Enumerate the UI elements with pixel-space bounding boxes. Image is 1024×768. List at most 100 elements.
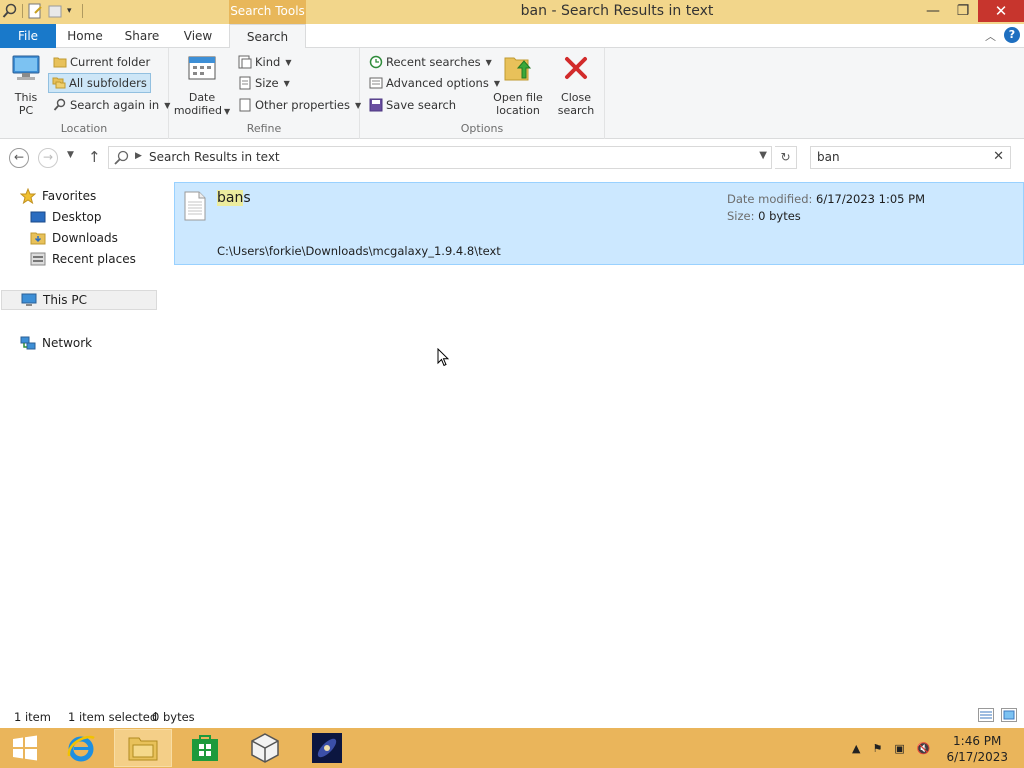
recent-searches-button[interactable]: Recent searches ▼ xyxy=(366,52,495,72)
back-button[interactable]: ← xyxy=(9,148,29,168)
computer-icon xyxy=(21,293,37,306)
store-icon xyxy=(192,735,218,761)
size-key: Size: xyxy=(727,209,755,223)
folder-icon xyxy=(53,57,67,68)
volume-muted-icon[interactable]: 🔇 xyxy=(917,742,931,755)
kind-button[interactable]: Kind ▼ xyxy=(235,52,294,72)
file-name: bans xyxy=(217,190,251,206)
nav-label-desktop: Desktop xyxy=(52,210,102,224)
navigation-bar: ← → ▼ ↑ ▶ Search Results in text ▼ ↻ ✕ xyxy=(0,140,1024,175)
downloads-icon xyxy=(30,232,46,245)
date-modified-button[interactable]: Date modified ▼ xyxy=(173,52,231,118)
refresh-button[interactable]: ↻ xyxy=(775,146,797,169)
recent-locations-dropdown[interactable]: ▼ xyxy=(67,150,74,160)
network-status-icon[interactable]: ▣ xyxy=(894,742,904,755)
recent-places-icon xyxy=(30,252,46,266)
taskbar: ▲ ⚑ ▣ 🔇 1:46 PM 6/17/2023 xyxy=(0,728,1024,768)
windows-logo-icon xyxy=(13,735,37,761)
ribbon: This PC Current folder All subfolders Se… xyxy=(0,48,1024,139)
nav-item-network[interactable]: Network xyxy=(20,333,92,353)
size-icon xyxy=(239,76,251,90)
this-pc-label: This PC xyxy=(14,91,38,117)
chevron-down-icon: ▼ xyxy=(224,107,231,116)
open-file-location-label: Open file location xyxy=(493,91,543,117)
close-search-button[interactable]: Close search xyxy=(553,52,599,117)
details-view-button[interactable] xyxy=(978,708,994,722)
address-dropdown-icon[interactable]: ▼ xyxy=(759,150,767,161)
advanced-options-button[interactable]: Advanced options ▼ xyxy=(366,73,503,93)
nav-label-downloads: Downloads xyxy=(52,231,118,245)
nav-item-downloads[interactable]: Downloads xyxy=(30,228,118,248)
date-modified-text: Date modified xyxy=(173,91,222,117)
tab-view[interactable]: View xyxy=(175,24,221,48)
chevron-right-icon[interactable]: ▶ xyxy=(135,151,142,161)
large-icons-view-button[interactable] xyxy=(1001,708,1017,722)
search-box[interactable]: ✕ xyxy=(810,146,1011,169)
all-subfolders-label: All subfolders xyxy=(69,76,147,90)
network-icon xyxy=(20,336,36,350)
recent-searches-label: Recent searches xyxy=(386,55,481,69)
all-subfolders-button[interactable]: All subfolders xyxy=(48,73,151,93)
chevron-down-icon: ▼ xyxy=(283,78,290,88)
start-button[interactable] xyxy=(0,729,50,767)
document-icon xyxy=(239,98,251,112)
galaxy-icon xyxy=(312,733,342,763)
mouse-cursor-icon xyxy=(437,348,449,367)
close-search-label: Close search xyxy=(557,91,595,117)
tab-search[interactable]: Search xyxy=(229,24,306,49)
save-search-label: Save search xyxy=(386,98,457,112)
nav-item-this-pc[interactable]: This PC xyxy=(1,290,157,310)
title-bar: ▾ Search Tools ban - Search Results in t… xyxy=(0,0,1024,24)
store-taskbar-button[interactable] xyxy=(176,729,234,767)
system-clock[interactable]: 1:46 PM 6/17/2023 xyxy=(946,733,1008,765)
text-file-icon xyxy=(184,191,206,221)
navigation-pane: Favorites Desktop Downloads Recent place… xyxy=(0,183,160,703)
internet-explorer-taskbar-button[interactable] xyxy=(52,729,110,767)
nav-label-recent-places: Recent places xyxy=(52,252,136,266)
app-taskbar-button[interactable] xyxy=(236,729,294,767)
other-properties-label: Other properties xyxy=(255,98,350,112)
forward-button[interactable]: → xyxy=(38,148,58,168)
list-item[interactable]: bans Date modified: 6/17/2023 1:05 PM Si… xyxy=(174,182,1024,265)
open-file-location-button[interactable]: Open file location xyxy=(490,52,546,117)
minimize-button[interactable]: — xyxy=(918,0,948,22)
minimize-ribbon-icon[interactable]: ︿ xyxy=(985,28,996,44)
other-properties-button[interactable]: Other properties ▼ xyxy=(235,95,364,115)
nav-item-favorites[interactable]: Favorites xyxy=(20,186,96,206)
help-icon[interactable]: ? xyxy=(1004,27,1020,43)
size-button[interactable]: Size ▼ xyxy=(235,73,293,93)
search-icon xyxy=(53,98,66,111)
clock-date: 6/17/2023 xyxy=(946,750,1008,764)
search-again-in-button[interactable]: Search again in ▼ xyxy=(50,95,173,115)
close-button[interactable]: ✕ xyxy=(978,0,1024,22)
clear-search-icon[interactable]: ✕ xyxy=(993,149,1004,164)
nav-item-desktop[interactable]: Desktop xyxy=(30,207,102,227)
file-name-rest: s xyxy=(243,190,251,206)
system-tray: ▲ ⚑ ▣ 🔇 xyxy=(852,728,930,768)
search-results-pane: bans Date modified: 6/17/2023 1:05 PM Si… xyxy=(160,175,1024,703)
show-hidden-icons-icon[interactable]: ▲ xyxy=(852,742,860,755)
advanced-options-icon xyxy=(369,77,383,89)
refine-group-label: Refine xyxy=(246,122,282,135)
nav-item-recent-places[interactable]: Recent places xyxy=(30,249,136,269)
advanced-options-label: Advanced options xyxy=(386,76,489,90)
search-input[interactable] xyxy=(811,147,981,167)
explorer-window: ▾ Search Tools ban - Search Results in t… xyxy=(0,0,1024,728)
address-bar[interactable]: ▶ Search Results in text ▼ xyxy=(108,146,772,169)
tab-home[interactable]: Home xyxy=(60,24,110,48)
save-search-button[interactable]: Save search xyxy=(366,95,459,115)
tab-share[interactable]: Share xyxy=(118,24,166,48)
clock-time: 1:46 PM xyxy=(953,734,1002,748)
window-controls: — ❐ ✕ xyxy=(918,0,1024,22)
action-center-flag-icon[interactable]: ⚑ xyxy=(872,742,882,755)
tab-file[interactable]: File xyxy=(0,24,56,48)
computer-icon xyxy=(12,55,40,80)
status-bar: 1 item 1 item selected 0 bytes xyxy=(0,705,1024,728)
this-pc-button[interactable]: This PC xyxy=(6,52,46,117)
galaxy-app-taskbar-button[interactable] xyxy=(298,729,356,767)
current-folder-button[interactable]: Current folder xyxy=(50,52,153,72)
maximize-button[interactable]: ❐ xyxy=(948,0,978,22)
nav-label-favorites: Favorites xyxy=(42,189,97,203)
up-button[interactable]: ↑ xyxy=(88,148,101,166)
file-explorer-taskbar-button[interactable] xyxy=(114,729,172,767)
